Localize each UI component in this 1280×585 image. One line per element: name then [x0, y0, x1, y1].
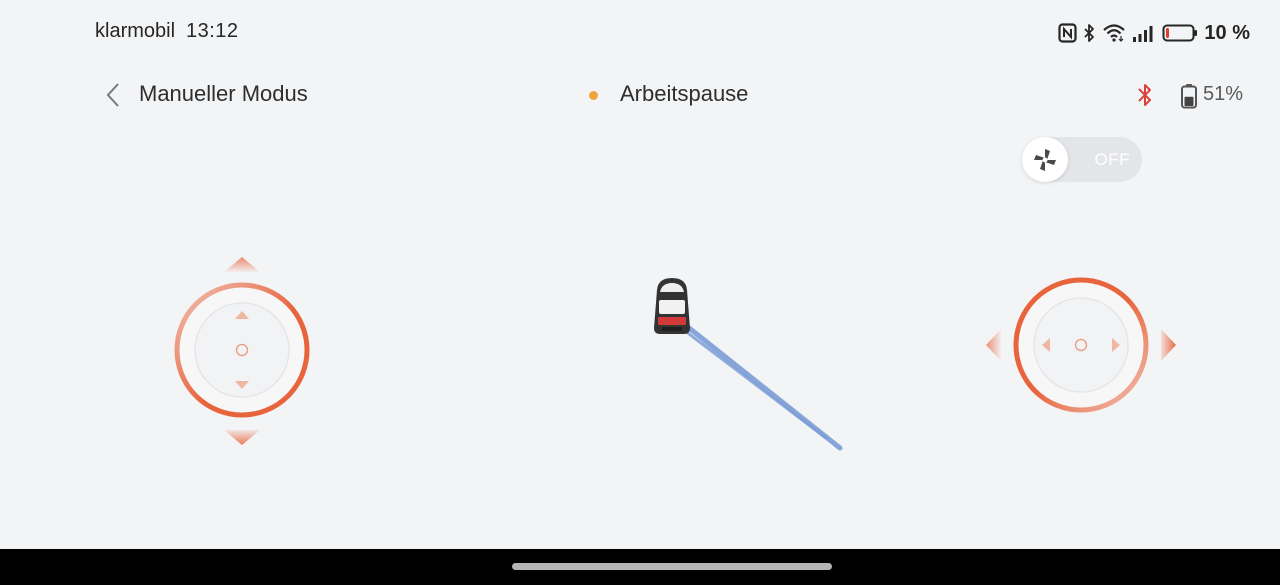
mower-status-text: Arbeitspause: [620, 81, 749, 106]
wifi-icon: [1103, 24, 1126, 42]
home-indicator[interactable]: [512, 563, 832, 570]
bluetooth-icon: [1138, 84, 1151, 106]
outer-up-arrow-icon: [224, 257, 260, 272]
blade-toggle-state: OFF: [1094, 150, 1130, 169]
nfc-icon: [1058, 23, 1078, 43]
mower-battery-text: 51%: [1203, 83, 1244, 105]
bluetooth-icon: [1084, 24, 1095, 42]
manual-mode-screen: klarmobil 13:12 10 % Manueller Modus Arb…: [0, 0, 1280, 585]
system-nav-bar: [0, 549, 1280, 585]
blade-icon: [1034, 148, 1056, 171]
blade-toggle[interactable]: OFF: [1022, 137, 1142, 182]
map-view: [640, 270, 860, 460]
mower-path-secondary: [674, 322, 828, 440]
forward-backward-joystick[interactable]: [160, 250, 325, 450]
outer-left-arrow-icon: [986, 329, 1001, 361]
outer-right-arrow-icon: [1161, 329, 1176, 361]
status-carrier: klarmobil: [95, 20, 176, 42]
mower-battery-icon: [1181, 84, 1197, 109]
mower-icon: [654, 278, 690, 334]
status-dot: [589, 91, 598, 100]
status-time: 13:12: [186, 20, 239, 42]
page-title: Manueller Modus: [139, 81, 308, 106]
battery-icon: [1162, 24, 1198, 42]
signal-icon: [1133, 26, 1153, 42]
back-button[interactable]: [100, 80, 128, 110]
outer-down-arrow-icon: [224, 430, 260, 445]
chevron-left-icon: [106, 83, 119, 107]
blade-toggle-knob: [1022, 137, 1068, 182]
left-right-joystick[interactable]: [980, 270, 1180, 420]
status-battery-text: 10 %: [1204, 21, 1250, 44]
status-icons: 10 %: [1058, 20, 1250, 46]
